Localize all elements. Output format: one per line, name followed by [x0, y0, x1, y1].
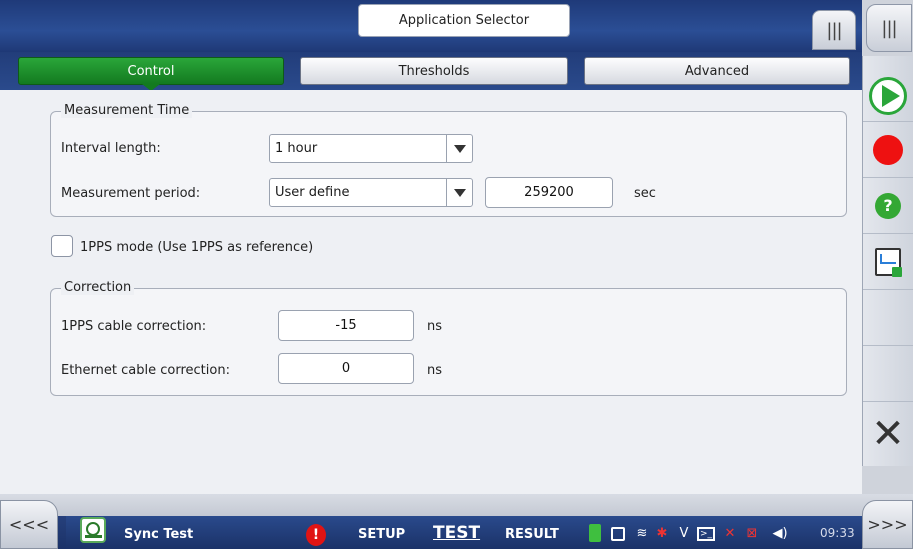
wifi-icon: ≋ [636, 526, 648, 541]
left-chevron-text: <<< [8, 515, 50, 534]
grip-glyph: ||| [881, 17, 897, 39]
correction-legend: Correction [61, 280, 135, 295]
volume-icon: ◀) [772, 526, 788, 541]
sidebar-empty-slot [863, 290, 913, 346]
record-button[interactable] [863, 122, 913, 178]
measurement-period-select[interactable]: User define [269, 178, 473, 207]
pps-unit-label: ns [427, 319, 443, 334]
record-icon [873, 134, 903, 165]
right-sidebar: ? ✕ [862, 56, 913, 466]
clock: 09:33 [820, 526, 855, 540]
terminal-icon: >_ [697, 527, 715, 541]
help-icon: ? [875, 192, 901, 219]
grip-icon[interactable]: ||| [812, 10, 856, 50]
chevron-left-icon[interactable]: <<< [0, 500, 58, 549]
tab-bar: Control Thresholds Advanced [0, 52, 862, 91]
setup-button[interactable]: SETUP [358, 527, 405, 542]
alert-icon[interactable]: ! [306, 524, 326, 546]
vlan-icon: V [679, 526, 689, 541]
interval-length-label: Interval length: [61, 141, 161, 156]
close-button[interactable]: ✕ [863, 402, 913, 466]
correction-group: Correction 1PPS cable correction: -15 ns… [50, 280, 847, 396]
sidebar-empty-slot [863, 346, 913, 402]
measurement-period-value: User define [275, 185, 350, 200]
measurement-period-seconds-input[interactable]: 259200 [485, 177, 613, 208]
application-selector-button[interactable]: Application Selector [358, 4, 570, 37]
tab-thresholds[interactable]: Thresholds [300, 57, 568, 85]
report-icon [875, 247, 902, 277]
play-icon [869, 76, 907, 115]
tab-control[interactable]: Control [18, 57, 284, 91]
pps-cable-correction-input[interactable]: -15 [278, 310, 414, 341]
measurement-time-group: Measurement Time Interval length: 1 hour… [50, 103, 847, 217]
control-panel: Measurement Time Interval length: 1 hour… [0, 90, 862, 494]
interval-length-select[interactable]: 1 hour [269, 134, 473, 163]
app-name: Sync Test [124, 527, 194, 542]
pps-cable-correction-label: 1PPS cable correction: [61, 319, 207, 334]
measurement-time-legend: Measurement Time [61, 103, 193, 118]
grip-icon[interactable]: ||| [866, 4, 912, 52]
tab-advanced[interactable]: Advanced [584, 57, 850, 85]
seconds-unit-label: sec [634, 186, 656, 201]
pps-mode-checkbox[interactable] [51, 235, 73, 257]
test-button[interactable]: TEST [433, 523, 480, 543]
ethernet-cable-correction-label: Ethernet cable correction: [61, 363, 230, 378]
result-button[interactable]: RESULT [505, 527, 559, 542]
pps-mode-label: 1PPS mode (Use 1PPS as reference) [80, 240, 314, 255]
help-button[interactable]: ? [863, 178, 913, 234]
interval-length-value: 1 hour [275, 141, 318, 156]
grip-glyph: ||| [826, 19, 842, 41]
chevron-right-icon[interactable]: >>> [862, 500, 913, 549]
close-icon: ✕ [871, 411, 905, 457]
report-button[interactable] [863, 234, 913, 290]
storage-icon [611, 527, 625, 541]
chevron-down-icon[interactable] [446, 135, 472, 162]
right-chevron-text: >>> [867, 515, 908, 534]
ethernet-unit-label: ns [427, 363, 443, 378]
network-icon: ⊠ [746, 526, 758, 541]
ethernet-cable-correction-input[interactable]: 0 [278, 353, 414, 384]
play-button[interactable] [863, 70, 913, 122]
power-icon [589, 524, 601, 542]
chevron-down-icon[interactable] [446, 179, 472, 206]
sync-test-app-icon[interactable] [80, 517, 106, 543]
satellite-icon: ✕ [724, 526, 736, 541]
measurement-period-label: Measurement period: [61, 186, 201, 201]
bluetooth-icon: ✱ [656, 526, 668, 541]
